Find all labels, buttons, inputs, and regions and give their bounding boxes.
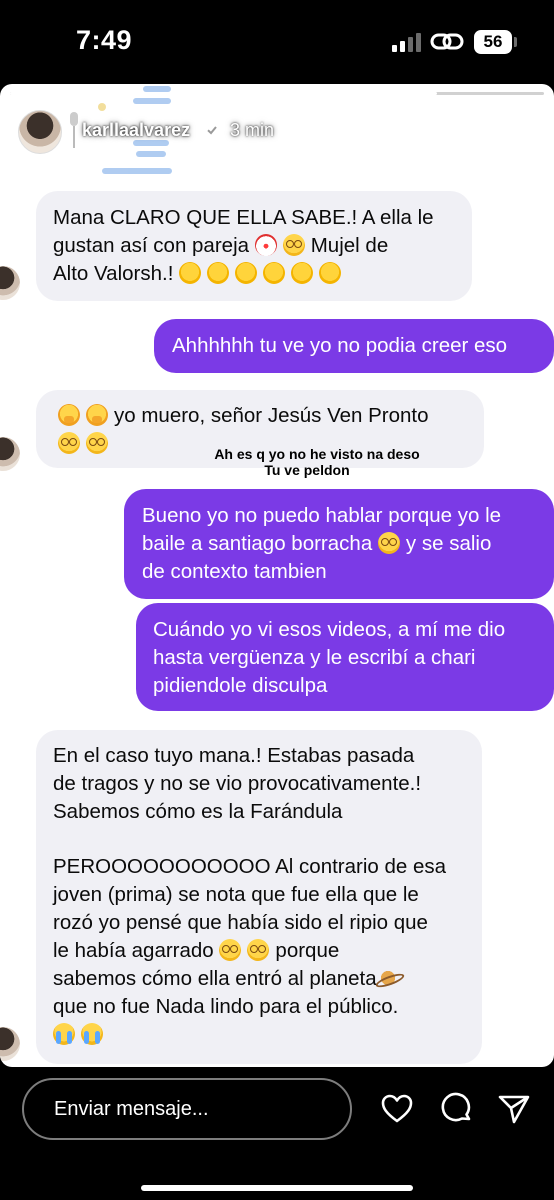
story-content[interactable]: karllaalvarez 3 min Mana CLARO QUE ELLA … (0, 84, 554, 1067)
send-message-placeholder: Enviar mensaje... (54, 1098, 209, 1120)
menu-icon[interactable] (452, 118, 486, 140)
hand-over-mouth-emoji (58, 404, 80, 426)
battery-icon: 56 (474, 30, 512, 54)
loudly-crying-emoji (53, 1023, 75, 1045)
melting-face-emoji (263, 262, 286, 284)
outgoing-message: Bueno yo no puedo hablar porque yo le ba… (124, 489, 554, 599)
status-time: 7:49 (76, 25, 133, 55)
home-indicator (141, 1185, 413, 1191)
story-time-ago: 3 min (230, 120, 275, 140)
melting-face-emoji (319, 262, 342, 284)
signal-icon (392, 32, 422, 52)
melting-face-emoji (235, 262, 258, 284)
story-username[interactable]: karllaalvarez (82, 120, 190, 141)
melting-face-emoji (179, 262, 202, 284)
comment-icon[interactable] (440, 1092, 474, 1126)
sender-avatar (0, 266, 20, 300)
avatar[interactable] (18, 110, 62, 154)
sender-avatar (0, 1027, 20, 1061)
battery-tip (514, 37, 517, 47)
verified-icon (204, 122, 220, 138)
melting-face-emoji (291, 262, 314, 284)
clown-emoji (254, 234, 277, 256)
status-bar: 7:49 56 (0, 0, 554, 84)
story-text-overlay: Ah es q yo no he visto na deso Tu ve pel… (214, 446, 420, 478)
dizzy-face-emoji (377, 532, 400, 554)
outgoing-message: Cuándo yo vi esos videos, a mí me dio ha… (136, 603, 554, 711)
send-icon[interactable] (497, 1092, 531, 1126)
dizzy-face-emoji (282, 234, 305, 256)
close-icon[interactable] (509, 114, 541, 146)
ringed-planet-emoji (376, 967, 399, 989)
incoming-message: En el caso tuyo mana.! Estabas pasada de… (36, 730, 482, 1064)
send-message-input[interactable]: Enviar mensaje... (22, 1078, 352, 1140)
loudly-crying-emoji (81, 1023, 103, 1045)
melting-face-emoji (207, 262, 230, 284)
hand-over-mouth-emoji (86, 404, 108, 426)
heart-icon[interactable] (380, 1092, 414, 1126)
incoming-message: Mana CLARO QUE ELLA SABE.! A ella le gus… (36, 191, 472, 301)
dizzy-face-emoji (247, 939, 270, 961)
dizzy-face-emoji (219, 939, 242, 961)
mic-icon (70, 112, 78, 148)
outgoing-message: Ahhhhhh tu ve yo no podia creer eso (154, 319, 554, 373)
link-icon (430, 33, 464, 50)
